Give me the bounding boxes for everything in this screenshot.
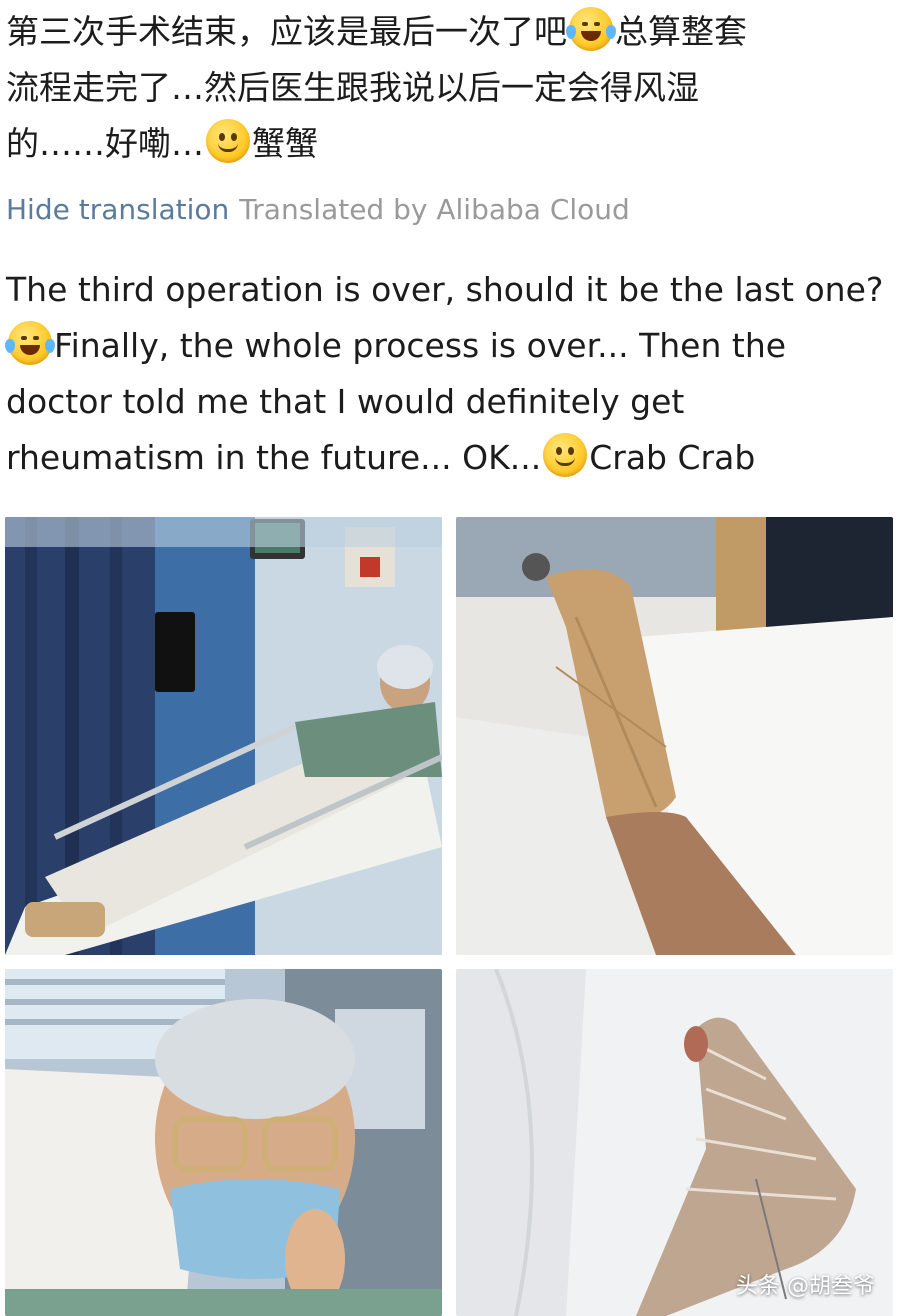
post-line-1b: 总算整套 [615,12,747,51]
wrapped-foot-photo[interactable]: 头条 @胡叁爷 [456,969,893,1316]
translation-bar: Hide translation Translated by Alibaba Cl… [6,190,630,230]
translated-part-1: The third operation is over, should it b… [6,270,884,309]
slightly-smiling-face-icon [543,433,588,477]
translated-part-3: Crab Crab [589,438,756,477]
face-with-tears-of-joy-icon [5,321,55,365]
bandaged-leg-photo[interactable] [456,517,893,955]
hide-translation-link[interactable]: Hide translation [6,193,229,226]
selfie-mask-photo[interactable] [5,969,442,1316]
hospital-bed-photo[interactable] [5,517,442,955]
watermark: 头条 @胡叁爷 [736,1274,875,1299]
post-line-2: 流程走完了…然后医生跟我说以后一定会得风湿 [6,68,699,107]
post-line-3a: 的……好嘞… [6,124,204,163]
post-line-3b: 蟹蟹 [252,124,318,163]
translated-text: The third operation is over, should it b… [5,262,892,486]
slightly-smiling-face-icon [206,119,250,163]
post-line-1: 第三次手术结束，应该是最后一次了吧 [6,12,567,51]
face-with-tears-of-joy-icon [566,7,616,51]
translation-provider: Translated by Alibaba Cloud [239,193,630,226]
post-original-text: 第三次手术结束，应该是最后一次了吧 总算整套 流程走完了…然后医生跟我说以后一定会… [6,4,892,172]
